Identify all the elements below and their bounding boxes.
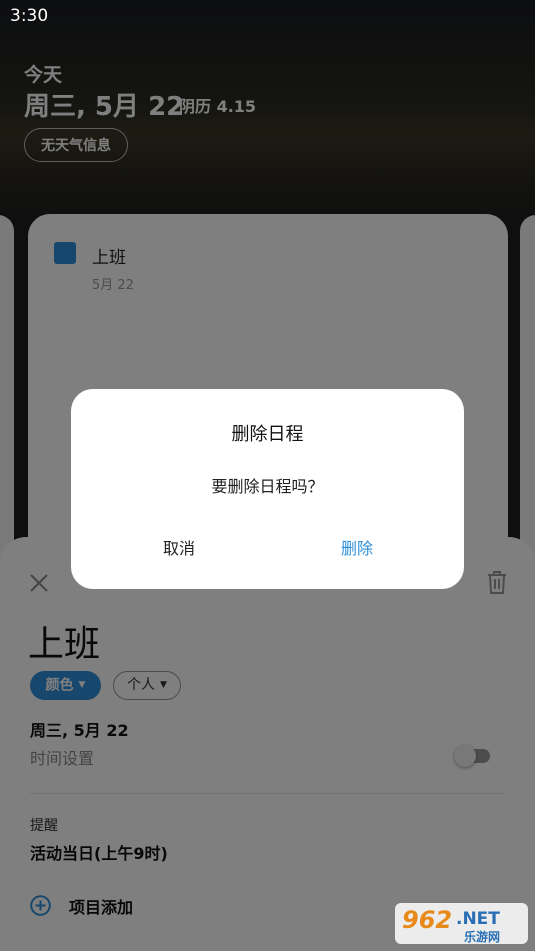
dialog-message: 要删除日程吗？ [211,477,324,496]
cancel-button[interactable]: 取消 [119,529,239,569]
watermark-logo: 962 .NET 乐游网 [395,903,528,944]
svg-text:.NET: .NET [456,909,500,929]
app-screen: 今天 周三, 5月 22 阴历 4.15 无天气信息 上班 5月 22 上班 颜… [0,0,535,951]
svg-text:962: 962 [402,906,452,934]
svg-text:乐游网: 乐游网 [464,929,500,944]
delete-button[interactable]: 删除 [297,529,417,569]
delete-dialog: 删除日程 要删除日程吗？ 取消 删除 [71,389,464,589]
status-bar-time: 3:30 [10,6,49,26]
dialog-title: 删除日程 [231,424,304,445]
